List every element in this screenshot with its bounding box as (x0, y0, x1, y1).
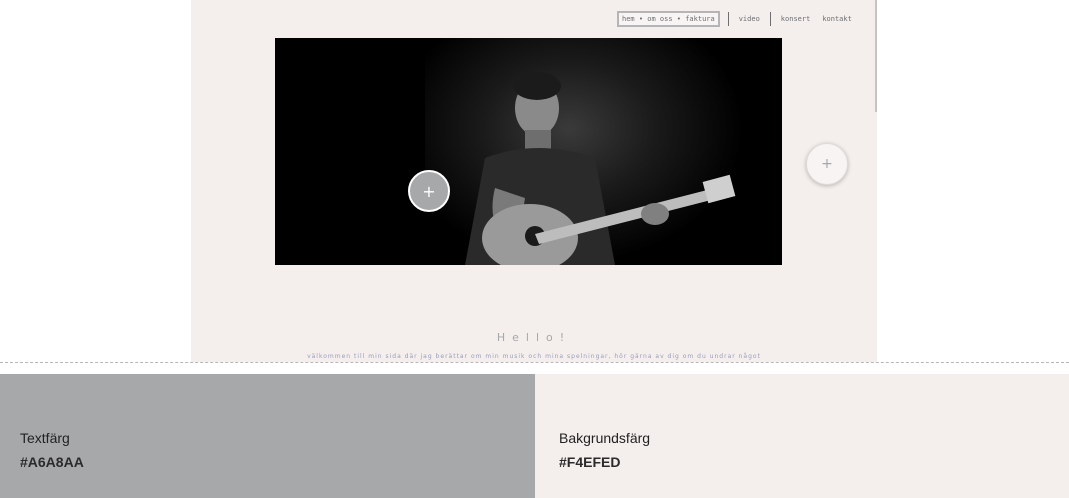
hero-add-button[interactable]: + (408, 170, 450, 212)
hero-image: + (275, 38, 782, 265)
nav-item-home[interactable]: hem • om oss • faktura (617, 10, 720, 27)
fold-divider (0, 362, 1069, 363)
nav-item-concert[interactable]: konsert (779, 15, 813, 23)
nav-separator (769, 11, 771, 26)
guitarist-illustration (465, 72, 736, 265)
swatch-label: Textfärg (20, 430, 70, 446)
preview-scrollbar[interactable] (875, 0, 877, 112)
intro-text: välkommen till min sida där jag berättar… (307, 353, 761, 360)
swatch-hex: #A6A8AA (20, 454, 84, 470)
preview-nav: hem • om oss • faktura video konsert kon… (617, 10, 854, 27)
hero-photo-guitarist (425, 38, 745, 265)
swatch-label: Bakgrundsfärg (559, 430, 651, 446)
background-color-swatch: Bakgrundsfärg #F4EFED (535, 374, 1069, 498)
text-color-swatch: Textfärg #A6A8AA (0, 374, 535, 498)
nav-item-contact[interactable]: kontakt (820, 15, 854, 23)
website-preview: hem • om oss • faktura video konsert kon… (191, 0, 877, 362)
nav-separator (727, 11, 729, 26)
greeting-heading: Hello! (496, 331, 572, 344)
side-add-button[interactable]: + (806, 143, 848, 185)
swatch-hex: #F4EFED (559, 454, 621, 470)
nav-item-video[interactable]: video (737, 15, 762, 23)
